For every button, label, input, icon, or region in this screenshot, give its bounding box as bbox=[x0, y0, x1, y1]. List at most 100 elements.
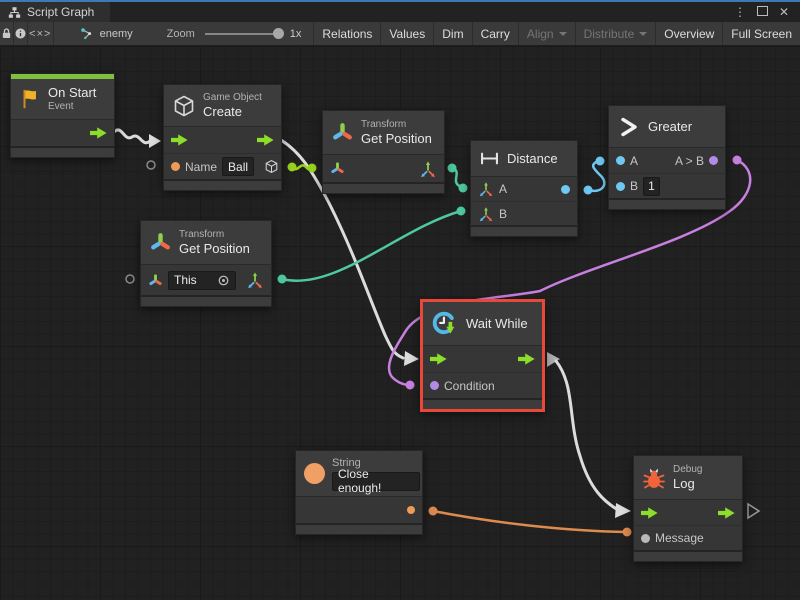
flow-out-port[interactable] bbox=[257, 134, 274, 146]
vector-in-port[interactable] bbox=[478, 206, 494, 222]
node-footer bbox=[471, 225, 577, 236]
flow-in-port[interactable] bbox=[430, 353, 447, 365]
node-footer bbox=[423, 398, 542, 409]
transform-icon bbox=[149, 231, 172, 254]
node-header: Transform Get Position bbox=[141, 221, 271, 265]
flow-row bbox=[11, 120, 114, 146]
node-title: On Start bbox=[48, 85, 96, 101]
name-port-row: Name Ball bbox=[164, 153, 281, 179]
transform-in-port[interactable] bbox=[330, 161, 345, 176]
unconnected-port-circle[interactable] bbox=[147, 161, 155, 169]
wait-clock-icon bbox=[431, 310, 459, 338]
flow-out-port[interactable] bbox=[718, 507, 735, 519]
wire-distance-to-greater[interactable] bbox=[584, 157, 605, 195]
wire-string-to-message[interactable] bbox=[429, 507, 632, 537]
node-header: Transform Get Position bbox=[323, 111, 444, 155]
node-title: Wait While bbox=[466, 316, 528, 332]
node-create-game-object[interactable]: Game Object Create Name Ball bbox=[163, 84, 282, 191]
port-label: Message bbox=[655, 531, 704, 545]
node-footer bbox=[141, 295, 271, 306]
string-value-field[interactable]: Close enough! bbox=[332, 472, 420, 491]
node-title: Log bbox=[673, 476, 702, 492]
object-picker-icon[interactable] bbox=[217, 274, 230, 287]
greater-than-icon bbox=[617, 115, 641, 139]
wire-onstart-to-create[interactable] bbox=[114, 130, 161, 148]
unconnected-flow-triangle[interactable] bbox=[748, 504, 759, 518]
node-footer bbox=[164, 179, 281, 190]
node-get-position-top[interactable]: Transform Get Position bbox=[322, 110, 445, 194]
node-header: Greater bbox=[609, 106, 725, 148]
flag-icon bbox=[19, 88, 41, 110]
node-string[interactable]: String Close enough! bbox=[295, 450, 423, 535]
node-title: Greater bbox=[648, 119, 692, 135]
node-title: Distance bbox=[507, 151, 558, 167]
condition-input-port[interactable] bbox=[430, 381, 439, 390]
transform-icon bbox=[331, 121, 354, 144]
node-header: String Close enough! bbox=[296, 451, 422, 497]
port-row bbox=[296, 497, 422, 523]
port-row-a: A A > B bbox=[609, 148, 725, 173]
a-input-port[interactable] bbox=[616, 156, 625, 165]
wire-getposition-to-distance-a[interactable] bbox=[448, 164, 468, 193]
position-out-port[interactable] bbox=[246, 271, 264, 289]
node-wait-while[interactable]: Wait While Condition bbox=[420, 299, 545, 412]
string-circle-icon bbox=[304, 463, 325, 484]
node-debug-log[interactable]: Debug Log Message bbox=[633, 455, 743, 562]
node-header: Wait While bbox=[423, 302, 542, 346]
node-title: Get Position bbox=[179, 241, 250, 257]
vector-in-port[interactable] bbox=[478, 181, 494, 197]
wire-create-to-getposition[interactable] bbox=[288, 163, 317, 173]
position-out-port[interactable] bbox=[419, 160, 437, 178]
node-on-start-event[interactable]: On Start Event bbox=[10, 73, 115, 158]
string-out-port[interactable] bbox=[407, 506, 415, 514]
node-category: Transform bbox=[179, 228, 250, 241]
node-distance[interactable]: Distance A B bbox=[470, 140, 578, 237]
port-row-b: B bbox=[471, 201, 577, 225]
flow-row bbox=[164, 127, 281, 153]
node-category: Game Object bbox=[203, 91, 262, 104]
flow-in-port[interactable] bbox=[171, 134, 188, 146]
result-out-port[interactable] bbox=[709, 156, 718, 165]
flow-in-port[interactable] bbox=[641, 507, 658, 519]
node-header: Game Object Create bbox=[164, 85, 281, 127]
node-footer bbox=[323, 182, 444, 193]
wire-waitwhile-to-log[interactable] bbox=[547, 352, 631, 518]
port-label: B bbox=[630, 179, 638, 193]
node-title: Get Position bbox=[361, 131, 432, 147]
b-value-field[interactable]: 1 bbox=[643, 177, 660, 196]
target-field[interactable]: This bbox=[168, 271, 236, 290]
flow-out-port[interactable] bbox=[518, 353, 535, 365]
result-out-port[interactable] bbox=[561, 185, 570, 194]
condition-row: Condition bbox=[423, 372, 542, 398]
bug-icon bbox=[642, 466, 666, 490]
node-category: Transform bbox=[361, 118, 432, 131]
cube-icon bbox=[172, 94, 196, 118]
node-footer bbox=[609, 198, 725, 209]
distance-ruler-icon bbox=[479, 148, 500, 169]
node-get-position-left[interactable]: Transform Get Position This bbox=[140, 220, 272, 307]
flow-row bbox=[423, 346, 542, 372]
node-footer bbox=[296, 523, 422, 534]
node-footer bbox=[11, 146, 114, 157]
b-input-port[interactable] bbox=[616, 182, 625, 191]
transform-in-port[interactable] bbox=[148, 273, 163, 288]
name-value-field[interactable]: Ball bbox=[222, 157, 254, 176]
script-graph-window: Script Graph ⋮ ✕ <×> enemy Zoom 1x Relat… bbox=[0, 0, 800, 600]
port-row: This bbox=[141, 265, 271, 295]
port-row-b: B 1 bbox=[609, 173, 725, 198]
node-greater[interactable]: Greater A A > B B 1 bbox=[608, 105, 726, 210]
node-category: Event bbox=[48, 100, 96, 113]
wire-getposition-to-distance-b[interactable] bbox=[278, 207, 466, 284]
port-label: Condition bbox=[444, 379, 495, 393]
node-footer bbox=[634, 550, 742, 561]
game-object-out-port[interactable] bbox=[264, 159, 279, 174]
unconnected-port-circle[interactable] bbox=[126, 275, 134, 283]
message-input-port[interactable] bbox=[641, 534, 650, 543]
port-label: Name bbox=[185, 160, 217, 174]
name-input-port[interactable] bbox=[171, 162, 180, 171]
node-header: Debug Log bbox=[634, 456, 742, 500]
flow-out-port[interactable] bbox=[90, 127, 107, 139]
port-label: B bbox=[499, 207, 507, 221]
port-row-a: A bbox=[471, 177, 577, 201]
port-label: A bbox=[499, 182, 507, 196]
